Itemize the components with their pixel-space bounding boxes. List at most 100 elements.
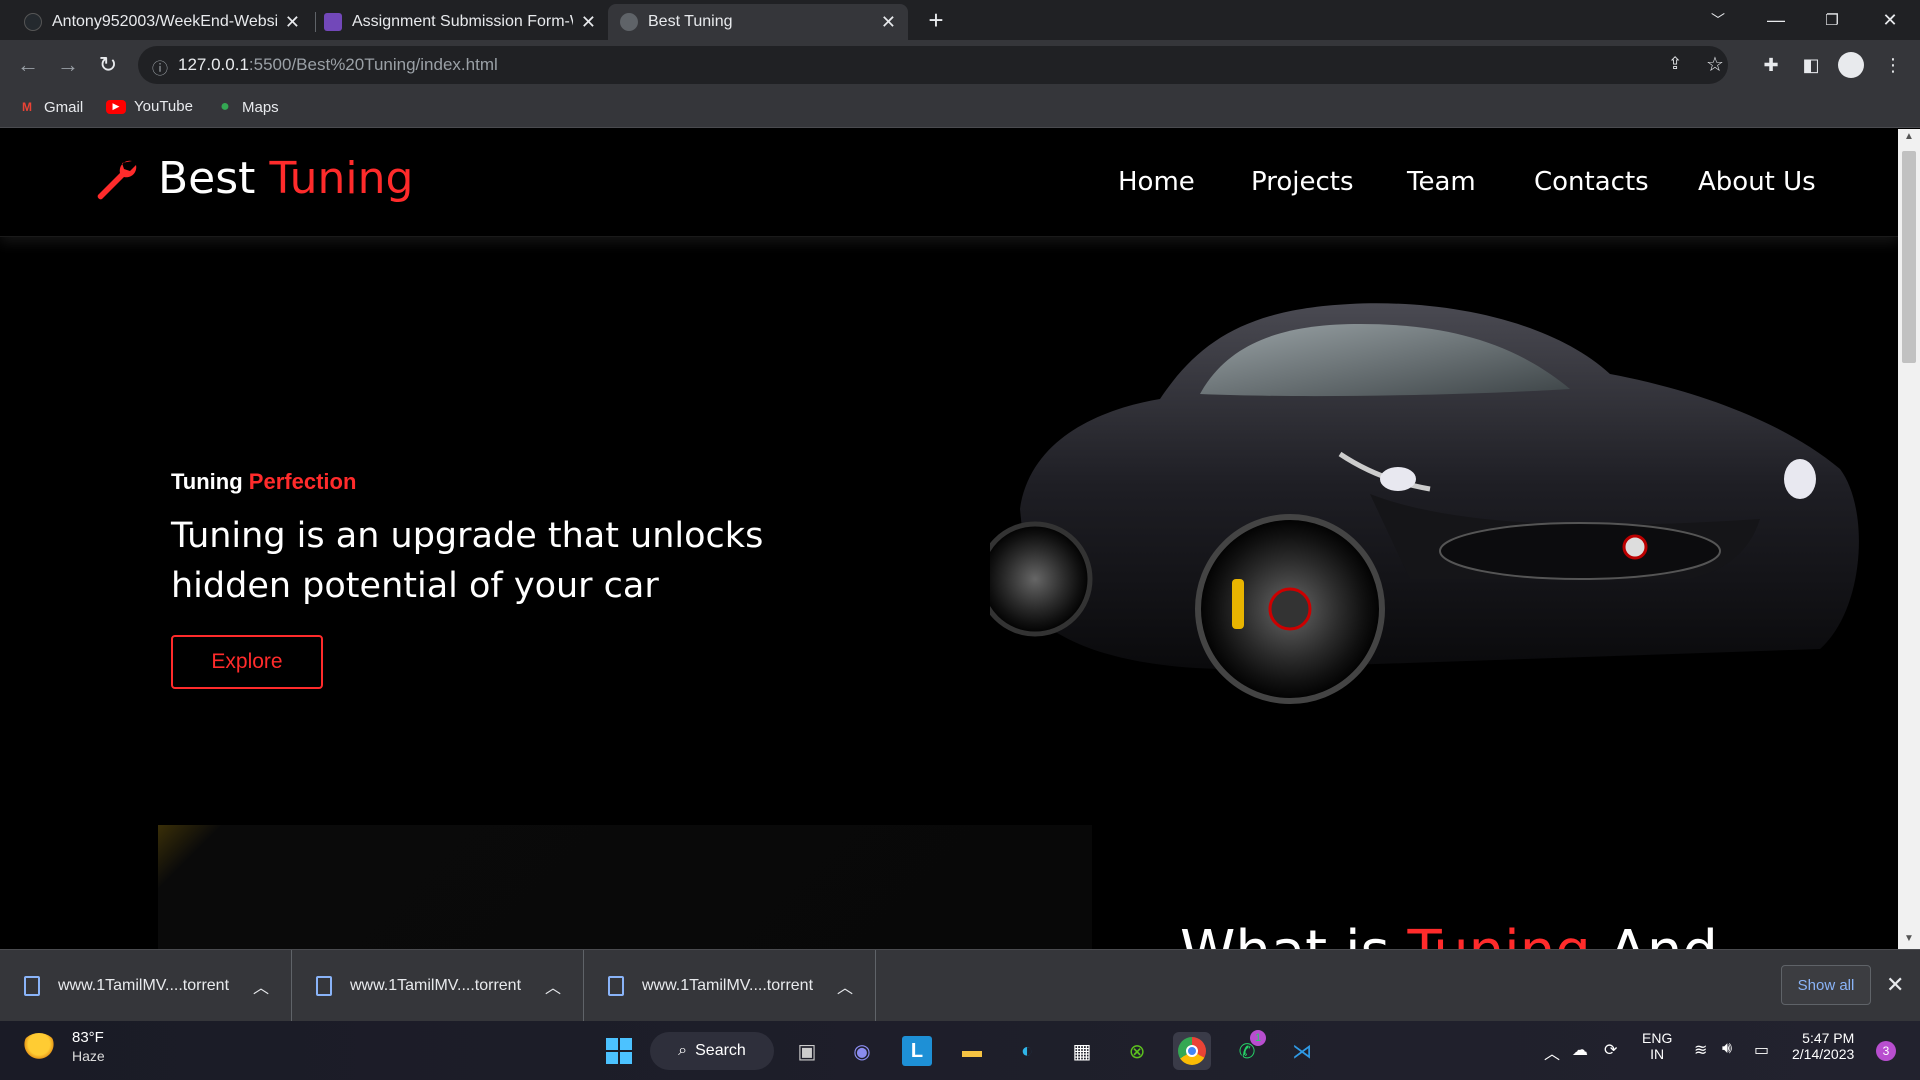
tab-title: Best Tuning (648, 13, 733, 30)
chevron-up-icon[interactable]: ︿ (253, 974, 269, 998)
bookmark-gmail[interactable]: M Gmail (18, 98, 83, 116)
chrome-icon[interactable] (1173, 1032, 1211, 1070)
close-shelf-icon[interactable]: ✕ (1886, 972, 1904, 998)
bookmark-label: YouTube (134, 98, 193, 115)
section-image-placeholder (158, 825, 1092, 949)
section-heading: What is Tuning And (1180, 919, 1718, 949)
file-icon (608, 976, 624, 996)
wifi-icon[interactable]: ≋ (1694, 1040, 1707, 1060)
close-window-button[interactable]: ✕ (1862, 0, 1918, 40)
system-clock[interactable]: 5:47 PM 2/14/2023 (1792, 1030, 1854, 1062)
address-bar[interactable]: ⓘ 127.0.0.1:5500/Best%20Tuning/index.htm… (138, 46, 1728, 84)
browser-toolbar: ← → ↻ ⓘ 127.0.0.1:5500/Best%20Tuning/ind… (0, 40, 1920, 90)
search-icon: ⌕ (678, 1042, 688, 1059)
show-all-button[interactable]: Show all (1781, 965, 1871, 1005)
file-explorer-icon[interactable]: ▬ (953, 1032, 991, 1070)
back-button[interactable]: ← (12, 49, 44, 81)
search-label: Search (695, 1042, 746, 1059)
teams-chat-icon[interactable]: ◉ (843, 1032, 881, 1070)
volume-icon[interactable]: 🔊︎ (1722, 1040, 1732, 1058)
notification-badge[interactable]: 3 (1876, 1041, 1896, 1061)
download-item[interactable]: www.1TamilMV....torrent ︿ (584, 950, 876, 1022)
tab-best-tuning[interactable]: Best Tuning ✕ (608, 4, 908, 40)
weather-desc: Haze (72, 1048, 105, 1064)
site-info-icon[interactable]: ⓘ (152, 55, 168, 79)
close-tab-icon[interactable]: ✕ (581, 12, 596, 33)
sync-icon[interactable]: ⟳ (1604, 1040, 1617, 1060)
tray-chevron-up-icon[interactable]: ︿ (1544, 1040, 1560, 1064)
clock-time: 5:47 PM (1802, 1030, 1855, 1046)
weather-widget[interactable]: 83°F Haze (22, 1029, 105, 1064)
tab-title: Assignment Submission Form-W (352, 13, 573, 30)
nav-home[interactable]: Home (1118, 167, 1195, 197)
close-tab-icon[interactable]: ✕ (881, 12, 896, 33)
bookmark-label: Gmail (44, 98, 84, 116)
close-tab-icon[interactable]: ✕ (285, 12, 300, 33)
youtube-icon: ▶ (106, 99, 126, 114)
tab-github[interactable]: Antony952003/WeekEnd-Websit ✕ (12, 4, 312, 40)
nav-projects[interactable]: Projects (1251, 167, 1354, 197)
download-filename: www.1TamilMV....torrent (642, 977, 814, 994)
reload-button[interactable]: ↻ (92, 49, 124, 81)
download-item[interactable]: www.1TamilMV....torrent ︿ (0, 950, 292, 1022)
maps-pin-icon: ● (220, 98, 230, 115)
download-filename: www.1TamilMV....torrent (350, 977, 522, 994)
whatsapp-badge: 1 (1250, 1030, 1266, 1046)
side-panel-icon[interactable]: ◧ (1798, 52, 1824, 78)
gmail-icon: M (22, 100, 32, 114)
browser-tab-bar: Antony952003/WeekEnd-Websit ✕ Assignment… (0, 0, 1920, 40)
bookmark-youtube[interactable]: ▶ YouTube (106, 98, 193, 115)
clock-date: 2/14/2023 (1792, 1046, 1855, 1062)
edge-browser-icon[interactable]: ◐ (1008, 1032, 1046, 1070)
hero-subtitle: Tuning Perfection (171, 469, 357, 494)
vscode-icon[interactable]: ⋊ (1283, 1032, 1321, 1070)
xbox-icon[interactable]: ⊗ (1118, 1032, 1156, 1070)
brand-name: Best Tuning (158, 153, 414, 204)
site-logo[interactable]: Best Tuning (92, 153, 413, 204)
minimize-button[interactable]: — (1748, 0, 1804, 40)
nav-contacts[interactable]: Contacts (1534, 167, 1649, 197)
tab-assignment-form[interactable]: Assignment Submission Form-W ✕ (312, 4, 608, 40)
share-icon[interactable]: ⇪ (1668, 54, 1682, 74)
site-navbar: Best Tuning Home Projects Team Contacts … (0, 129, 1898, 237)
scroll-up-icon[interactable]: ▲ (1904, 131, 1914, 142)
download-item[interactable]: www.1TamilMV....torrent ︿ (292, 950, 584, 1022)
forward-button[interactable]: → (52, 49, 84, 81)
nav-team[interactable]: Team (1407, 167, 1476, 197)
chevron-up-icon[interactable]: ︿ (837, 974, 853, 998)
language-indicator[interactable]: ENG IN (1642, 1030, 1672, 1062)
weather-temp: 83°F (72, 1029, 104, 1046)
scroll-down-icon[interactable]: ▼ (1904, 933, 1914, 944)
lang-region: IN (1650, 1046, 1665, 1062)
chevron-up-icon[interactable]: ︿ (545, 974, 561, 998)
explore-button[interactable]: Explore (171, 635, 323, 689)
onedrive-cloud-icon[interactable]: ☁ (1572, 1040, 1588, 1060)
page-scrollbar[interactable]: ▲ ▼ (1898, 129, 1920, 949)
haze-sun-icon (22, 1032, 56, 1061)
wrench-icon (97, 160, 137, 199)
bookmark-maps[interactable]: ● Maps (216, 98, 279, 116)
menu-kebab-icon[interactable]: ⋮ (1880, 52, 1906, 78)
forms-icon (324, 13, 342, 31)
scroll-thumb[interactable] (1902, 151, 1916, 363)
bookmark-star-icon[interactable]: ☆ (1706, 52, 1724, 77)
tab-search-chevron-icon[interactable]: ﹀ (1690, 0, 1746, 40)
microsoft-store-icon[interactable]: ▦ (1063, 1032, 1101, 1070)
windows-logo-icon (606, 1038, 632, 1064)
taskbar-search[interactable]: ⌕ Search (650, 1032, 774, 1070)
start-button[interactable] (600, 1032, 638, 1070)
new-tab-button[interactable]: + (908, 0, 964, 40)
profile-avatar[interactable] (1838, 52, 1864, 78)
task-view-icon[interactable]: ▣ (788, 1032, 826, 1070)
lang-primary: ENG (1642, 1030, 1673, 1046)
whatsapp-icon[interactable]: ✆ 1 (1228, 1030, 1266, 1070)
l-app-icon[interactable]: L (898, 1032, 936, 1070)
car-image (990, 303, 1859, 704)
nav-about-us[interactable]: About Us (1698, 167, 1816, 197)
battery-icon[interactable]: ▭ (1754, 1040, 1769, 1060)
file-icon (316, 976, 332, 996)
download-shelf: www.1TamilMV....torrent ︿ www.1TamilMV..… (0, 949, 1920, 1022)
extensions-icon[interactable]: ✚ (1758, 52, 1784, 78)
tab-title: Antony952003/WeekEnd-Websit (52, 13, 277, 30)
restore-button[interactable]: ❐ (1804, 0, 1860, 40)
